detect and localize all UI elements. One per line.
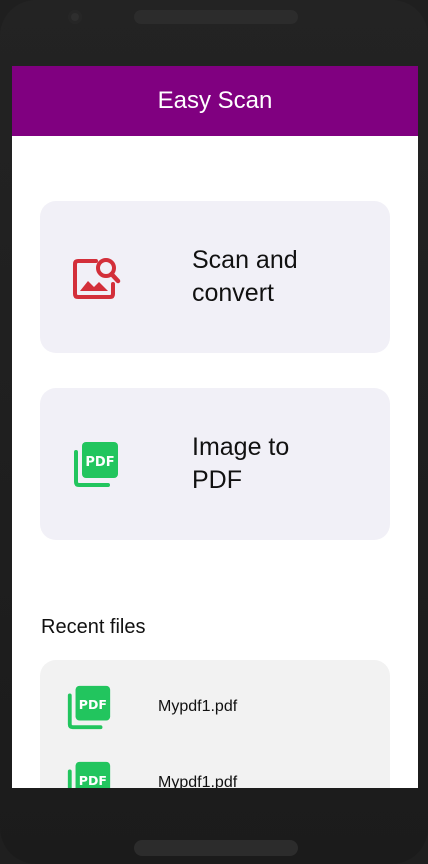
- app-screen: Easy Scan Scan and convert PDF Image to …: [12, 66, 418, 788]
- speaker-grille: [134, 10, 298, 24]
- pdf-icon: PDF: [70, 438, 122, 490]
- front-camera: [68, 10, 82, 24]
- scan-and-convert-card[interactable]: Scan and convert: [40, 201, 390, 353]
- file-list-item[interactable]: PDF Mypdf1.pdf: [40, 748, 390, 788]
- svg-text:PDF: PDF: [85, 455, 114, 470]
- recent-files-heading: Recent files: [41, 616, 146, 638]
- file-list-item[interactable]: PDF Mypdf1.pdf: [40, 672, 390, 742]
- svg-text:PDF: PDF: [79, 773, 107, 788]
- svg-text:PDF: PDF: [79, 697, 107, 712]
- recent-files-list: PDF Mypdf1.pdf PDF Mypdf1.pdf: [40, 660, 390, 788]
- app-title: Easy Scan: [157, 87, 273, 114]
- file-name: Mypdf1.pdf: [158, 774, 238, 788]
- file-name: Mypdf1.pdf: [158, 698, 238, 715]
- pdf-icon: PDF: [64, 758, 114, 788]
- image-to-pdf-card[interactable]: PDF Image to PDF: [40, 388, 390, 540]
- app-bar: Easy Scan: [12, 66, 418, 136]
- home-indicator: [134, 840, 298, 856]
- pdf-icon: PDF: [64, 682, 114, 732]
- scan-and-convert-label: Scan and convert: [192, 246, 298, 307]
- phone-frame: Easy Scan Scan and convert PDF Image to …: [0, 0, 428, 864]
- image-search-icon: [70, 251, 122, 303]
- image-to-pdf-label: Image to PDF: [192, 433, 290, 494]
